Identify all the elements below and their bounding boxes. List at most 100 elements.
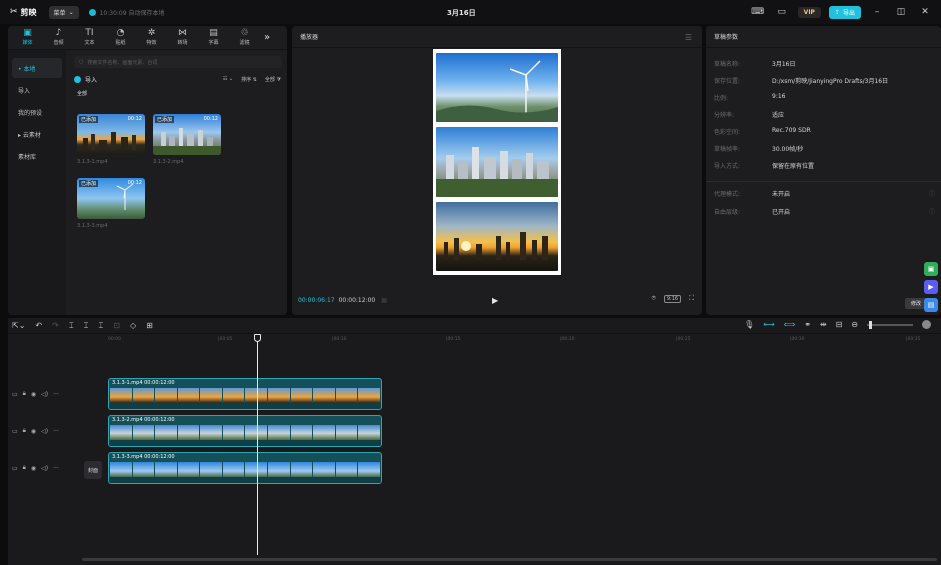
split-icon[interactable]: ⌶ <box>69 321 74 331</box>
search-icon: ○ <box>79 59 84 65</box>
video-clip-track-1[interactable]: 3.1.3-1.mp4 00:00:12:00 <box>108 378 382 410</box>
audio-waveform <box>109 403 381 409</box>
import-button[interactable]: 导入 <box>74 75 97 84</box>
sidebar-item-local[interactable]: • 本地 <box>12 58 62 78</box>
ruler-label: |00:15 <box>446 337 461 342</box>
lock-icon[interactable]: 🔒︎ <box>23 427 26 435</box>
aspect-ratio-button[interactable]: 9:16 <box>663 294 682 303</box>
preview-canvas[interactable] <box>433 49 561 275</box>
sort-button[interactable]: 排序 ⇅ <box>241 76 257 83</box>
split-left-icon[interactable]: ⌶ <box>84 321 89 331</box>
auto-snap-icon[interactable]: ⟺ <box>784 320 795 329</box>
playhead-line[interactable] <box>257 336 258 555</box>
audio-mute-icon[interactable]: ◁) <box>41 465 48 472</box>
maximize-icon[interactable]: ◫ <box>893 4 909 20</box>
shortcut-icon[interactable]: ⌨ <box>750 4 766 20</box>
timecode-mode-icon[interactable]: ▦ <box>381 297 387 304</box>
time-ruler[interactable]: 00:00 |00:05 |00:10 |00:15 |00:20 |00:25… <box>106 336 936 346</box>
floating-toolbar: ▣ ▶ ▤ ⋮ <box>924 262 938 315</box>
prop-value: 保留在原有位置 <box>772 163 815 170</box>
vip-badge[interactable]: VIP <box>797 6 821 18</box>
delete-icon[interactable]: ⊡ <box>113 321 120 330</box>
play-icon[interactable]: ▶ <box>492 296 498 305</box>
sidebar-item-cloud[interactable]: ▸ 云素材 <box>12 124 62 144</box>
lock-icon[interactable]: 🔒︎ <box>23 390 26 398</box>
search-input[interactable]: ○ 搜索文件名称、画面元素、台词 <box>74 56 281 68</box>
playhead-handle[interactable] <box>254 334 261 342</box>
current-timecode: 00:00:06:17 <box>298 296 335 304</box>
media-clip[interactable]: 已添加 00:12 3.1.3-2.mp4 <box>153 114 221 165</box>
fullscreen-icon[interactable]: ⛶ <box>689 294 694 303</box>
main-track-link-icon[interactable]: ⟷ <box>763 320 774 329</box>
tab-sticker[interactable]: ◔ 贴纸 <box>105 29 136 47</box>
sidebar-item-import[interactable]: 导入 <box>12 80 62 100</box>
clip-duration: 00:12 <box>203 116 218 122</box>
sidebar-item-library[interactable]: 素材库 <box>12 146 62 166</box>
video-tool-icon[interactable]: ▶ <box>924 280 938 294</box>
subtitle-icon: ▤ <box>209 28 218 38</box>
image-tool-icon[interactable]: ▣ <box>924 262 938 276</box>
split-right-icon[interactable]: ⌶ <box>98 321 103 331</box>
tab-media[interactable]: ▣ 媒体 <box>12 29 43 47</box>
subtitle-track-icon[interactable]: ⊟ <box>836 320 843 329</box>
undo-icon[interactable]: ↶ <box>35 321 42 330</box>
visibility-icon[interactable]: ◉ <box>31 391 36 398</box>
visibility-icon[interactable]: ◉ <box>31 428 36 435</box>
preview-axis-icon[interactable]: ⇹ <box>820 320 827 329</box>
tab-transition[interactable]: ⋈ 转场 <box>167 29 198 47</box>
microphone-icon[interactable]: 🎙 <box>744 320 754 329</box>
media-clip[interactable]: 已添加 00:12 3.1.3-1.mp4 <box>77 114 145 165</box>
view-mode-icon[interactable]: ☷ ⌄ <box>223 76 233 82</box>
tab-text[interactable]: TI 文本 <box>74 29 105 47</box>
filter-button[interactable]: 全部 ⧩ <box>265 76 281 83</box>
more-icon[interactable]: ··· <box>53 465 59 472</box>
cover-button[interactable]: 封面 <box>84 461 102 479</box>
clip-thumbnail: 已添加 00:12 <box>77 178 145 219</box>
clip-label: 3.1.3-1.mp4 00:00:12:00 <box>112 380 175 386</box>
tab-audio[interactable]: ♪ 音频 <box>43 29 74 47</box>
link-icon[interactable]: ⚭ <box>804 320 811 329</box>
close-icon[interactable]: ✕ <box>917 4 933 20</box>
screenshot-icon[interactable]: ⌾ <box>652 294 656 303</box>
sidebar-item-presets[interactable]: 我的预设 <box>12 102 62 122</box>
audio-mute-icon[interactable]: ◁) <box>41 391 48 398</box>
info-icon[interactable]: ⓘ <box>929 207 935 216</box>
redo-icon[interactable]: ↷ <box>52 321 59 330</box>
tab-effects[interactable]: ✲ 特效 <box>136 29 167 47</box>
prop-value: Rec.709 SDR <box>772 127 811 134</box>
export-button[interactable]: ⇪ 导出 <box>828 5 861 19</box>
tab-subtitle[interactable]: ▤ 字幕 <box>198 28 229 47</box>
video-clip-track-2[interactable]: 3.1.3-2.mp4 00:00:12:00 <box>108 415 382 447</box>
select-tool-icon[interactable]: ⇱⌄ <box>12 321 25 330</box>
visibility-icon[interactable]: ◉ <box>31 465 36 472</box>
tab-filter[interactable]: ♲ 滤镜 <box>229 29 260 47</box>
audio-mute-icon[interactable]: ◁) <box>41 428 48 435</box>
prop-key: 保存位置: <box>714 78 741 85</box>
crop-icon[interactable]: ⊞ <box>146 321 153 330</box>
zoom-slider-knob[interactable] <box>869 320 872 329</box>
zoom-out-icon[interactable]: ⊖ <box>851 320 858 329</box>
export-icon: ⇪ <box>834 8 840 16</box>
lock-icon[interactable]: 🔒︎ <box>23 464 26 472</box>
marker-icon[interactable]: ◇ <box>130 321 136 330</box>
player-title: 播放器 <box>292 26 702 48</box>
minimize-icon[interactable]: – <box>869 4 885 20</box>
info-icon[interactable]: ⓘ <box>929 189 935 198</box>
menu-button[interactable]: 菜单 ⌄ <box>48 5 79 19</box>
sunset-skyline-image <box>444 231 548 260</box>
prop-value: 9:16 <box>772 93 786 100</box>
timeline-scrollbar[interactable] <box>82 558 937 561</box>
zoom-in-icon[interactable] <box>922 320 931 329</box>
video-clip-track-3[interactable]: 3.1.3-3.mp4 00:00:12:00 <box>108 452 382 484</box>
more-tabs-icon[interactable]: » <box>264 32 270 43</box>
menu-icon[interactable]: ☰ <box>685 33 692 42</box>
document-tool-icon[interactable]: ▤ <box>924 298 938 312</box>
zoom-slider[interactable] <box>867 320 913 329</box>
app-name: 剪映 <box>20 7 37 17</box>
layout-icon[interactable]: ▭ <box>774 4 790 20</box>
prop-key: 草稿帧率: <box>714 146 741 153</box>
more-icon[interactable]: ··· <box>53 428 59 435</box>
media-clip[interactable]: 已添加 00:12 3.1.3-3.mp4 <box>77 178 145 229</box>
more-icon[interactable]: ··· <box>53 391 59 398</box>
track-header: ▭ 🔒︎ ◉ ◁) ··· <box>8 427 106 435</box>
